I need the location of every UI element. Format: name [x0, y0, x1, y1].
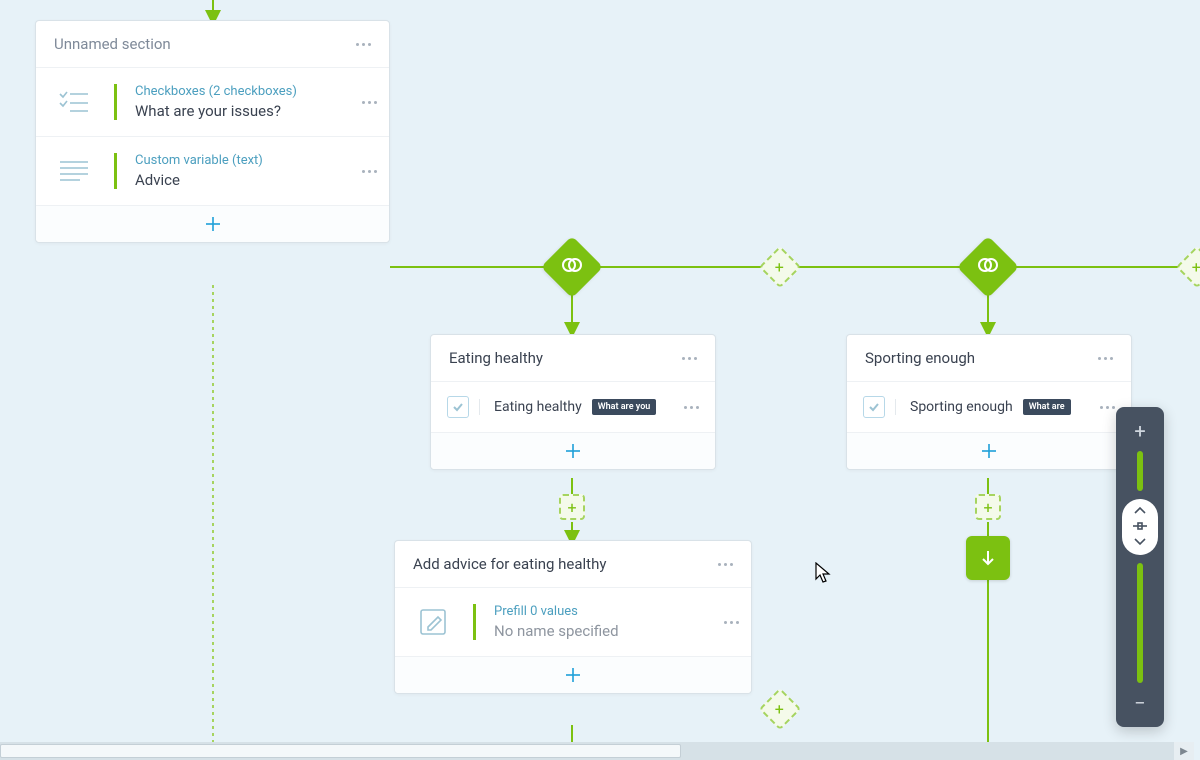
horizontal-scrollbar[interactable]: ▶ — [0, 742, 1174, 760]
branch-card-header[interactable]: Sporting enough — [847, 335, 1131, 381]
scroll-up-button[interactable] — [1133, 505, 1147, 517]
item-menu-button[interactable] — [362, 101, 377, 104]
zoom-in-button[interactable]: + — [1126, 419, 1154, 443]
add-item-button[interactable] — [395, 656, 751, 693]
add-item-button[interactable] — [431, 432, 715, 469]
checkbox-icon — [863, 396, 885, 418]
item-type-label: Checkboxes (2 checkboxes) — [135, 84, 346, 99]
branch-menu-button[interactable] — [1098, 357, 1113, 360]
scrollbar-thumb[interactable] — [0, 744, 681, 758]
no-name-label: No name specified — [494, 622, 708, 640]
scroll-right-button[interactable]: ▶ — [1174, 742, 1194, 760]
add-item-button[interactable] — [847, 432, 1131, 469]
zoom-out-button[interactable]: − — [1126, 691, 1154, 715]
fit-button[interactable] — [1132, 521, 1148, 533]
branch-item-row[interactable]: Sporting enough What are — [847, 381, 1131, 432]
item-menu-button[interactable] — [1100, 406, 1115, 409]
branch-card-header[interactable]: Eating healthy — [431, 335, 715, 381]
add-step-button[interactable]: + — [559, 494, 585, 520]
checklist-icon — [50, 82, 98, 122]
branch-item-row[interactable]: Eating healthy What are you — [431, 381, 715, 432]
overlap-circles-icon — [561, 254, 583, 280]
section-card-header[interactable]: Unnamed section — [36, 21, 389, 67]
add-branch-button[interactable]: + — [759, 246, 801, 288]
zoom-panel: + − — [1116, 407, 1164, 727]
checkbox-icon — [447, 396, 469, 418]
section-menu-button[interactable] — [356, 43, 371, 46]
zoom-track-upper[interactable] — [1137, 451, 1143, 491]
item-menu-button[interactable] — [362, 170, 377, 173]
section-title: Unnamed section — [54, 35, 171, 53]
zoom-bubble — [1122, 499, 1158, 555]
overlap-circles-icon — [977, 254, 999, 280]
scroll-down-button[interactable] — [1133, 537, 1147, 549]
section-card[interactable]: Unnamed section Checkboxes (2 checkboxes… — [35, 20, 390, 243]
text-lines-icon — [50, 151, 98, 191]
condition-node[interactable] — [957, 236, 1019, 298]
add-step-button[interactable]: + — [975, 494, 1001, 520]
arrow-down-icon — [979, 549, 997, 567]
branch-item-label: Eating healthy — [494, 399, 582, 415]
add-item-button[interactable] — [36, 205, 389, 242]
branch-title: Sporting enough — [865, 349, 975, 367]
question-pill: What are — [1023, 399, 1071, 415]
prefill-label: Prefill 0 values — [494, 604, 708, 619]
edit-note-icon — [409, 602, 457, 642]
item-title: What are your issues? — [135, 102, 346, 120]
continue-button[interactable] — [966, 536, 1010, 580]
mouse-cursor-icon — [815, 562, 833, 584]
condition-node[interactable] — [541, 236, 603, 298]
add-branch-button[interactable]: + — [1176, 246, 1200, 288]
branch-title: Eating healthy — [449, 349, 543, 367]
advice-title: Add advice for eating healthy — [413, 555, 606, 573]
branch-card-a[interactable]: Eating healthy Eating healthy What are y… — [430, 334, 716, 470]
item-menu-button[interactable] — [684, 406, 699, 409]
zoom-track-lower[interactable] — [1137, 563, 1143, 683]
branch-card-b[interactable]: Sporting enough Sporting enough What are — [846, 334, 1132, 470]
advice-card-header[interactable]: Add advice for eating healthy — [395, 541, 751, 587]
section-item[interactable]: Checkboxes (2 checkboxes) What are your … — [36, 67, 389, 136]
item-menu-button[interactable] — [724, 621, 739, 624]
add-branch-button[interactable]: + — [759, 688, 801, 730]
branch-menu-button[interactable] — [682, 357, 697, 360]
item-title: Advice — [135, 171, 346, 189]
card-menu-button[interactable] — [718, 563, 733, 566]
item-type-label: Custom variable (text) — [135, 153, 346, 168]
advice-card[interactable]: Add advice for eating healthy Prefill 0 … — [394, 540, 752, 694]
advice-item-row[interactable]: Prefill 0 values No name specified — [395, 587, 751, 656]
branch-item-label: Sporting enough — [910, 399, 1013, 415]
question-pill: What are you — [592, 399, 657, 415]
section-item[interactable]: Custom variable (text) Advice — [36, 136, 389, 205]
